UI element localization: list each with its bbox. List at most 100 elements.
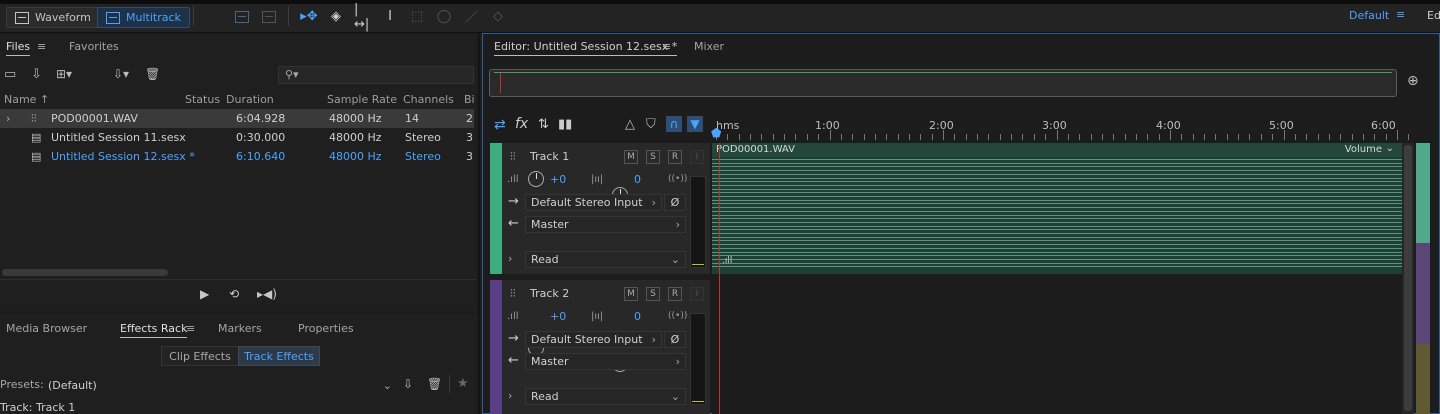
fx-icon[interactable]: fx: [515, 116, 528, 132]
marquee-icon[interactable]: ⬚: [408, 8, 426, 25]
files-scrollbar[interactable]: [2, 269, 168, 276]
delete-preset-icon[interactable]: 🗑: [427, 377, 442, 391]
metronome-icon[interactable]: △: [625, 117, 635, 132]
table-row[interactable]: ▤ Untitled Session 11.sesx 0:30.000 4800…: [0, 128, 474, 147]
brush-icon[interactable]: ／: [462, 8, 480, 26]
expand-chevron-icon[interactable]: ›: [508, 389, 512, 402]
audio-clip[interactable]: POD00001.WAV Volume ⌄ .ıll: [712, 143, 1402, 274]
workspace-menu-icon[interactable]: ≡: [1396, 8, 1405, 21]
expand-chevron-icon[interactable]: ›: [6, 112, 10, 125]
autoplay-icon[interactable]: ▸◀): [257, 287, 277, 301]
input-monitor-button[interactable]: I: [690, 150, 704, 164]
automation-dropdown[interactable]: Read ⌄: [525, 388, 686, 405]
chevron-down-icon[interactable]: ⌄: [1386, 143, 1394, 154]
playhead-handle-icon[interactable]: ⬟: [711, 126, 726, 140]
volume-value[interactable]: +0: [550, 310, 566, 323]
folder-open-icon[interactable]: ▭: [4, 67, 16, 82]
track-name[interactable]: Track 2: [530, 287, 569, 300]
tab-mixer[interactable]: Mixer: [694, 40, 724, 53]
stereo-icon[interactable]: ((•)): [668, 174, 687, 184]
col-sample-rate[interactable]: Sample Rate: [327, 93, 397, 106]
waveform-mode-button[interactable]: Waveform: [6, 7, 100, 28]
phase-invert-button[interactable]: Ø: [664, 194, 686, 211]
clip-param[interactable]: Volume: [1345, 144, 1382, 155]
panel-splitter[interactable]: [478, 33, 480, 414]
playhead[interactable]: [719, 143, 720, 414]
multitrack-mode-button[interactable]: Multitrack: [97, 7, 190, 28]
record-arm-button[interactable]: R: [668, 287, 682, 301]
editor-tab-title[interactable]: Editor: Untitled Session 12.sesx *: [494, 40, 678, 56]
tab-favorites[interactable]: Favorites: [69, 40, 119, 53]
col-bits[interactable]: Bi: [464, 93, 475, 106]
col-channels[interactable]: Channels: [403, 93, 454, 106]
table-row[interactable]: ▤ Untitled Session 12.sesx * 6:10.640 48…: [0, 147, 474, 166]
waveform-line: [712, 203, 1402, 205]
session-overview[interactable]: [489, 69, 1397, 97]
expand-chevron-icon[interactable]: ›: [508, 252, 512, 265]
input-output-icon[interactable]: ⇅: [538, 117, 549, 132]
eq-icon[interactable]: ▮▮: [558, 117, 572, 132]
tab-markers[interactable]: Markers: [218, 322, 262, 335]
mute-button[interactable]: M: [624, 150, 638, 164]
editor-menu-icon[interactable]: ≡: [662, 40, 671, 53]
table-row[interactable]: › ⫶⫶ POD00001.WAV 6:04.928 48000 Hz 14 2: [0, 109, 474, 128]
zoom-icon[interactable]: ⊕: [1407, 73, 1419, 89]
files-menu-icon[interactable]: ≡: [37, 40, 46, 53]
record-arm-button[interactable]: R: [668, 150, 682, 164]
pan-value[interactable]: 0: [634, 310, 641, 323]
phase-invert-button[interactable]: Ø: [664, 331, 686, 348]
input-dropdown[interactable]: Default Stereo Input ›: [525, 194, 662, 211]
swap-icon[interactable]: ⇄: [494, 117, 506, 133]
spectral-view-icon[interactable]: [233, 8, 251, 25]
save-preset-icon[interactable]: ⇩: [403, 377, 413, 391]
scrollbar-thumb[interactable]: [1404, 145, 1412, 411]
import-icon[interactable]: ⇩: [31, 67, 42, 82]
tab-media-browser[interactable]: Media Browser: [6, 322, 87, 335]
tab-properties[interactable]: Properties: [298, 322, 354, 335]
effects-menu-icon[interactable]: ≡: [186, 322, 195, 335]
lasso-icon[interactable]: ◯: [435, 8, 453, 25]
col-name[interactable]: Name ↑: [4, 93, 49, 106]
snap-icon[interactable]: ⛉: [646, 117, 656, 132]
solo-button[interactable]: S: [646, 287, 660, 301]
solo-button[interactable]: S: [646, 150, 660, 164]
tab-effects-rack[interactable]: Effects Rack: [120, 322, 188, 338]
input-monitor-button[interactable]: I: [690, 287, 704, 301]
move-tool-icon[interactable]: ▸✥: [300, 8, 318, 25]
output-dropdown[interactable]: Master ›: [525, 353, 686, 370]
col-duration[interactable]: Duration: [226, 93, 274, 106]
output-dropdown[interactable]: Master ›: [525, 216, 686, 233]
healing-icon[interactable]: ◇: [489, 8, 507, 25]
tab-files[interactable]: Files: [6, 40, 31, 56]
new-file-icon[interactable]: ⊞▾: [56, 67, 72, 81]
play-icon[interactable]: ▶: [200, 287, 209, 301]
star-icon[interactable]: ★: [457, 376, 469, 391]
delete-icon[interactable]: 🗑: [145, 67, 160, 81]
loop-icon[interactable]: ⟲: [229, 287, 239, 301]
slip-icon[interactable]: |↔|: [354, 2, 372, 32]
volume-knob[interactable]: [528, 171, 544, 187]
input-dropdown[interactable]: Default Stereo Input ›: [525, 331, 662, 348]
insert-icon[interactable]: ⇩▾: [113, 67, 129, 81]
stereo-icon[interactable]: ((•)): [668, 311, 687, 321]
volume-value[interactable]: +0: [550, 173, 566, 186]
automation-dropdown[interactable]: Read ⌄: [525, 251, 686, 268]
track-name[interactable]: Track 1: [530, 150, 569, 163]
snapping-icon[interactable]: ∩: [666, 116, 682, 132]
track-effects-tab[interactable]: Track Effects: [238, 346, 320, 366]
track-lane[interactable]: [712, 280, 1402, 414]
razor-icon[interactable]: ◈: [327, 8, 345, 25]
pitch-view-icon[interactable]: [260, 8, 278, 25]
time-selection-icon[interactable]: I: [381, 8, 399, 25]
mute-button[interactable]: M: [624, 287, 638, 301]
workspace-label[interactable]: Default: [1349, 9, 1389, 22]
clip-effects-tab[interactable]: Clip Effects: [161, 346, 239, 366]
time-ruler[interactable]: hms 1:00 2:00 3:00 4:00 5:00 6:00: [712, 116, 1410, 141]
search-input[interactable]: ⚲▾: [278, 66, 474, 84]
edit-workspace-label[interactable]: Ed: [1427, 9, 1440, 22]
col-status[interactable]: Status: [185, 93, 220, 106]
presets-dropdown[interactable]: (Default) ⌄: [43, 376, 397, 394]
vertical-scrollbar[interactable]: [1402, 143, 1414, 414]
marker-icon[interactable]: ▼: [687, 116, 703, 132]
pan-value[interactable]: 0: [634, 173, 641, 186]
